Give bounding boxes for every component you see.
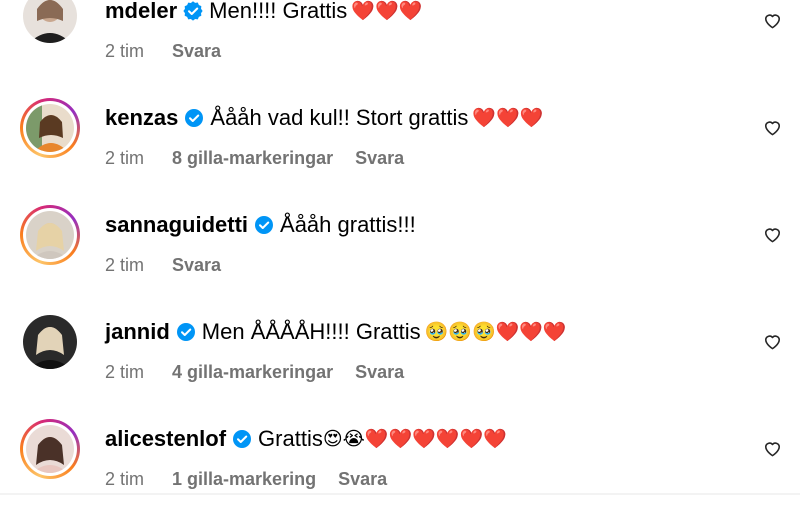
comment-item: sannaguidetti Åååh grattis!!! 2 tim Svar… — [0, 185, 800, 292]
verified-badge-icon — [254, 215, 274, 235]
verified-badge-icon — [184, 108, 204, 128]
likes-count[interactable]: 4 gilla-markeringar — [172, 362, 333, 383]
avatar-image — [26, 104, 74, 152]
comment-emojis: 🥹🥹🥹❤️❤️❤️ — [424, 322, 567, 343]
comment-time[interactable]: 2 tim — [105, 469, 144, 490]
comment-text: Åååh vad kul!! Stort grattis — [210, 105, 469, 130]
heart-outline-icon[interactable] — [763, 439, 782, 458]
comment-time[interactable]: 2 tim — [105, 362, 144, 383]
comment-text: Men ÅÅÅÅH!!!! Grattis — [201, 319, 421, 344]
heart-outline-icon[interactable] — [763, 332, 782, 351]
avatar-image — [26, 211, 74, 259]
verified-badge-icon — [232, 429, 252, 449]
heart-outline-icon[interactable] — [763, 11, 782, 30]
avatar-image — [23, 0, 77, 43]
reply-button[interactable]: Svara — [355, 148, 404, 169]
comment-time[interactable]: 2 tim — [105, 148, 144, 169]
comment-item: mdeler Men!!!! Grattis ❤️❤️❤️ 2 tim Svar… — [0, 0, 800, 78]
reply-button[interactable]: Svara — [338, 469, 387, 490]
comment-time[interactable]: 2 tim — [105, 255, 144, 276]
comment-time[interactable]: 2 tim — [105, 41, 144, 62]
comment-emojis: ❤️❤️❤️ — [472, 108, 544, 129]
comment-username[interactable]: sannaguidetti — [105, 212, 248, 238]
avatar[interactable] — [20, 0, 80, 46]
avatar[interactable] — [20, 98, 80, 158]
comment-username[interactable]: kenzas — [105, 105, 178, 131]
heart-outline-icon[interactable] — [763, 118, 782, 137]
comment-username[interactable]: jannid — [105, 319, 170, 345]
reply-button[interactable]: Svara — [172, 41, 221, 62]
comment-text: Åååh grattis!!! — [280, 212, 416, 237]
reply-button[interactable]: Svara — [355, 362, 404, 383]
comment-text: Men!!!! Grattis — [209, 0, 348, 23]
heart-outline-icon[interactable] — [763, 225, 782, 244]
likes-count[interactable]: 8 gilla-markeringar — [172, 148, 333, 169]
comment-item: jannid Men ÅÅÅÅH!!!! Grattis 🥹🥹🥹❤️❤️❤️ 2… — [0, 292, 800, 399]
verified-badge-icon — [176, 322, 196, 342]
comment-emojis: 😍😭❤️❤️❤️❤️❤️❤️ — [322, 429, 507, 450]
avatar[interactable] — [20, 419, 80, 479]
comment-item: alicestenlof Grattis 😍😭❤️❤️❤️❤️❤️❤️ 2 tim… — [0, 399, 800, 506]
likes-count[interactable]: 1 gilla-markering — [172, 469, 316, 490]
verified-badge-icon — [183, 1, 203, 21]
comment-text: Grattis — [258, 426, 323, 451]
avatar-image — [23, 315, 77, 369]
avatar-image — [26, 425, 74, 473]
comment-username[interactable]: alicestenlof — [105, 426, 226, 452]
avatar[interactable] — [20, 312, 80, 372]
comment-item: kenzas Åååh vad kul!! Stort grattis ❤️❤️… — [0, 78, 800, 185]
comment-emojis: ❤️❤️❤️ — [351, 1, 423, 22]
avatar[interactable] — [20, 205, 80, 265]
comment-username[interactable]: mdeler — [105, 0, 177, 24]
reply-button[interactable]: Svara — [172, 255, 221, 276]
